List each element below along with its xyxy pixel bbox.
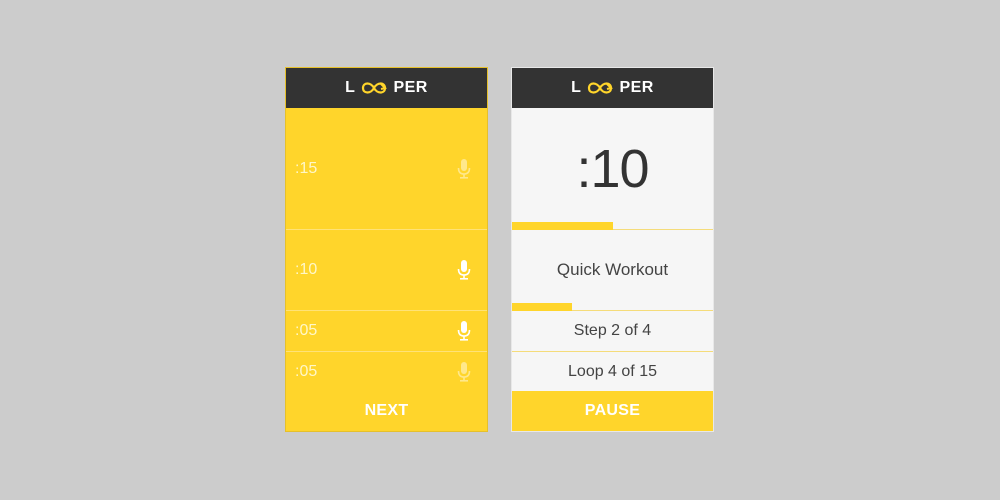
interval-time: :10 <box>295 261 318 278</box>
next-button[interactable]: NEXT <box>286 391 487 431</box>
app-header: L PER <box>512 68 713 108</box>
logo-text-left: L <box>571 79 582 96</box>
interval-time: :15 <box>295 159 318 177</box>
app-logo: L PER <box>571 79 654 97</box>
logo-text-right: PER <box>619 79 654 96</box>
timer-section: :10 <box>512 108 713 230</box>
interval-row[interactable]: :05 <box>286 311 487 352</box>
app-header: L PER <box>286 68 487 108</box>
step-row: Step 2 of 4 <box>512 311 713 352</box>
logo-text-right: PER <box>393 79 428 96</box>
interval-time: :05 <box>295 363 318 380</box>
step-counter: Step 2 of 4 <box>573 322 652 339</box>
setup-screen: L PER :15 :10 :05 :05 NEXT <box>285 67 488 432</box>
logo-text-left: L <box>345 79 356 96</box>
workout-name: Quick Workout <box>556 260 669 279</box>
microphone-icon[interactable] <box>457 260 471 280</box>
loop-counter: Loop 4 of 15 <box>568 363 657 380</box>
run-screen: L PER :10 Quick Workout Step 2 of 4 Loop… <box>511 67 714 432</box>
timer-progress-bar <box>512 222 613 230</box>
workout-section: Quick Workout <box>512 230 713 311</box>
interval-row[interactable]: :05 <box>286 352 487 393</box>
interval-row[interactable]: :10 <box>286 230 487 311</box>
workout-progress-bar <box>512 303 573 311</box>
microphone-icon[interactable] <box>457 158 471 179</box>
loop-row: Loop 4 of 15 <box>512 352 713 393</box>
countdown-timer: :10 <box>576 139 649 199</box>
infinity-loop-icon <box>359 80 389 96</box>
interval-time: :05 <box>295 322 318 339</box>
interval-row[interactable]: :15 <box>286 108 487 230</box>
app-logo: L PER <box>345 79 428 97</box>
microphone-icon[interactable] <box>457 321 471 341</box>
infinity-loop-icon <box>585 80 615 96</box>
pause-button[interactable]: PAUSE <box>512 391 713 431</box>
microphone-icon[interactable] <box>457 362 471 382</box>
